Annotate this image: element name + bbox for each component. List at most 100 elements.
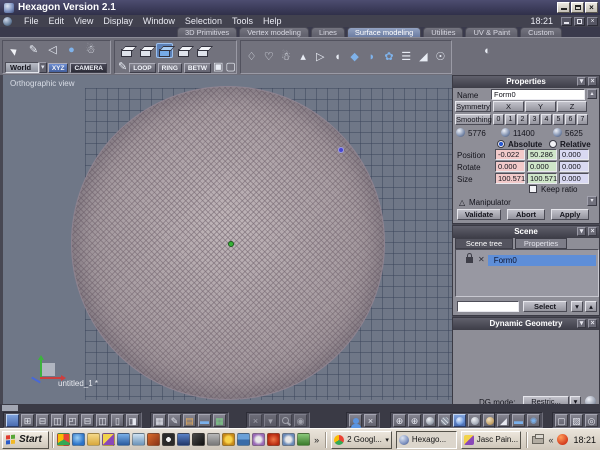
lock-icon[interactable] [466,253,473,263]
compass-icon[interactable] [162,433,176,446]
stripes-mode-icon[interactable]: ▤ [183,413,196,427]
psp-icon[interactable] [102,433,116,446]
layout-3-top-button[interactable]: ◫ [51,413,64,427]
shield-tool-icon[interactable]: ◆ [347,50,362,65]
wedge-tool-icon[interactable]: ◗ [364,50,379,65]
select-arrow-icon[interactable] [6,43,23,58]
scene-tree-tab[interactable]: Scene tree [455,238,513,249]
pan-view-icon[interactable]: ▾ [264,413,277,427]
palette-icon[interactable] [147,433,161,446]
smoothing-5-button[interactable]: 5 [553,114,564,125]
stack-tool-icon[interactable]: ☰ [399,50,414,65]
gear-sphere-icon[interactable]: ☉ [433,50,448,65]
tools-icon[interactable]: × [364,413,377,427]
tray-chevron-icon[interactable]: « [548,435,553,445]
material-icon[interactable]: ▨ [570,413,583,427]
select-button[interactable]: Select [523,301,567,312]
scene-tree[interactable]: ✕ Form0 [455,249,599,297]
restore-icon[interactable] [571,2,584,13]
loop-button[interactable]: LOOP [129,62,156,73]
grid-app-icon[interactable] [237,433,251,446]
paint-mode-icon[interactable]: ✎ [168,413,181,427]
rotate-tool-icon[interactable]: ✎ [25,43,42,58]
menu-file[interactable]: File [19,16,44,26]
flag-tool-icon[interactable]: ▷ [313,50,328,65]
zoom-icon[interactable] [279,413,292,427]
chisel-tool-icon[interactable]: ◢ [416,50,431,65]
printer-tray-icon[interactable] [532,433,545,444]
position-z-input[interactable]: 0.000 [559,149,589,160]
folder-icon[interactable] [87,433,101,446]
size-z-input[interactable]: 0.000 [559,173,589,184]
scene-properties-tab[interactable]: Properties [515,238,567,249]
tab-lines[interactable]: Lines [310,27,345,37]
tree-expand-icon[interactable]: ▴ [585,301,597,312]
person-icon[interactable] [349,413,362,429]
menu-view[interactable]: View [69,16,98,26]
monitor-icon[interactable] [117,433,131,446]
rotate-x-input[interactable]: 0.000 [495,161,525,172]
doc-minimize-icon[interactable] [561,16,572,26]
xyz-button[interactable]: XYZ [47,62,69,73]
relative-radio[interactable] [549,140,557,148]
grid-toggle-icon[interactable]: ▦ [153,413,166,427]
smoothing-tool-icon[interactable]: ♢ [244,50,259,65]
layout-2-cols-button[interactable]: ◫ [96,413,109,427]
symmetry-x-button[interactable]: X [493,101,524,112]
shrink-selection-icon[interactable]: ▢ [225,60,235,75]
thickness-tool-icon[interactable]: ♡ [261,50,276,65]
world-select[interactable]: World [5,62,39,73]
ring-button[interactable]: RING [157,62,182,73]
properties-rollup-icon[interactable]: ▾ [577,77,586,86]
scene-panel-header[interactable]: Scene ▾ × [453,226,599,238]
curve-tool-icon[interactable]: ◖ [330,50,345,65]
relative-label[interactable]: Relative [560,140,591,149]
gray-app-icon[interactable] [207,433,221,446]
apply-button[interactable]: Apply [551,209,589,220]
dg-panel-header[interactable]: Dynamic Geometry ▾ × [453,318,599,330]
world-dropdown-icon[interactable]: ▾ [38,62,47,73]
absolute-radio[interactable] [497,140,505,148]
tab-utilities[interactable]: Utilities [423,27,464,37]
name-input[interactable]: Form0 [491,89,585,100]
layout-quad-button[interactable]: ⊞ [21,413,34,427]
tree-item-label[interactable]: Form0 [487,254,596,266]
keep-ratio-label[interactable]: Keep ratio [541,185,577,194]
task-google-button[interactable]: 2 Googl... ▾ [331,430,392,449]
tab-vertex-modeling[interactable]: Vertex modeling [239,27,309,37]
manipulator-label[interactable]: Manipulator [469,198,511,207]
green-grid-mode-icon[interactable]: ▦ [213,413,226,427]
box-render-icon[interactable]: ▢ [555,413,568,427]
drop-icon[interactable] [177,433,191,446]
close-icon[interactable]: × [585,2,598,13]
doc-close-icon[interactable]: × [587,16,598,26]
smoothing-0-button[interactable]: 0 [493,114,504,125]
camera-render-icon[interactable]: ◎ [585,413,598,427]
properties-panel-header[interactable]: Properties ▾ × [453,76,599,88]
doc-restore-icon[interactable] [574,16,585,26]
shading-flat-icon[interactable] [423,413,436,427]
red-app-icon[interactable] [267,433,281,446]
menu-help[interactable]: Help [258,16,287,26]
viewport-resize-handle[interactable] [2,405,18,411]
symmetry-z-button[interactable]: Z [557,101,587,112]
layout-3-left-button[interactable]: ◰ [66,413,79,427]
menu-edit[interactable]: Edit [44,16,70,26]
tab-surface-modeling[interactable]: Surface modeling [346,27,422,37]
ghost-mode-icon[interactable]: ☃ [82,43,99,58]
abort-button[interactable]: Abort [507,209,545,220]
q-app-icon[interactable] [252,433,266,446]
scene-filter-input[interactable] [457,301,519,312]
properties-close-icon[interactable]: × [588,77,597,86]
dg-close-icon[interactable]: × [588,319,597,328]
scene-close-icon[interactable]: × [588,227,597,236]
absolute-label[interactable]: Absolute [508,140,542,149]
menu-selection[interactable]: Selection [180,16,227,26]
minimize-icon[interactable] [557,2,570,13]
betw-button[interactable]: BETW [183,62,212,73]
symmetry-button[interactable]: Symmetry [455,101,491,112]
menu-window[interactable]: Window [138,16,180,26]
fit-view-icon[interactable]: × [249,413,262,427]
ie-icon[interactable] [72,433,86,446]
wedge-display-icon[interactable]: ◢ [497,413,510,427]
